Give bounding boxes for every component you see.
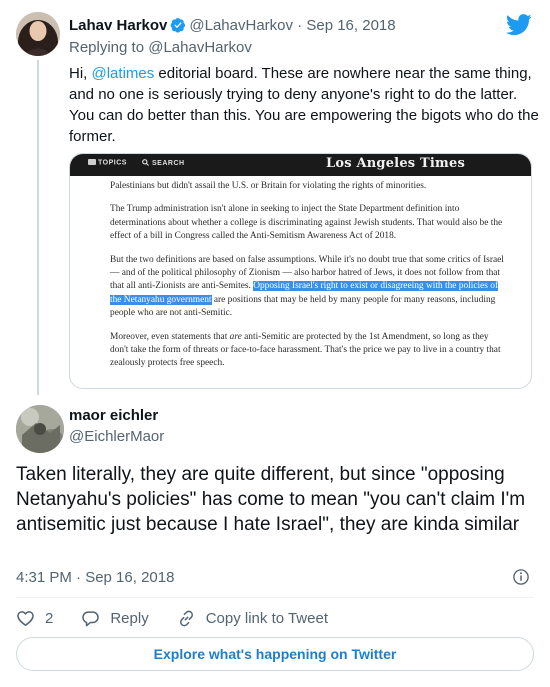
search-icon <box>142 159 149 166</box>
masthead: Los Angeles Times <box>326 156 465 171</box>
author-name[interactable]: Lahav Harkov <box>69 17 167 34</box>
tweet-header: Lahav Harkov @LahavHarkov · Sep 16, 2018 <box>69 16 396 36</box>
author-handle[interactable]: @LahavHarkov <box>189 17 293 34</box>
article-paragraph: Palestinians but didn't assail the U.S. … <box>110 181 427 191</box>
tweet-date[interactable]: Sep 16, 2018 <box>306 17 395 34</box>
thread-connector-line <box>37 60 39 395</box>
lat-nav-bar: TOPICS SEARCH Los Angeles Times <box>70 154 531 176</box>
reply-button[interactable]: Reply <box>81 609 149 628</box>
verified-badge-icon <box>170 18 186 33</box>
article-paragraph: Moreover, even statements that are anti-… <box>110 331 505 371</box>
divider <box>16 597 534 598</box>
heart-icon <box>17 610 34 626</box>
explore-twitter-button[interactable]: Explore what's happening on Twitter <box>16 637 534 671</box>
dot-separator: · <box>297 17 303 34</box>
info-icon[interactable] <box>512 568 530 586</box>
reply-icon <box>82 610 100 626</box>
replying-to-prefix: Replying to <box>69 39 149 56</box>
attached-image[interactable]: TOPICS SEARCH Los Angeles Times Palestin… <box>69 153 532 389</box>
reply-label: Reply <box>110 609 149 627</box>
author-name[interactable]: maor eichler <box>69 407 158 424</box>
article-paragraph: The Trump administration isn't alone in … <box>110 204 503 242</box>
tweet-text-part: Hi, <box>69 65 92 82</box>
tweet-text: Hi, @latimes editorial board. These are … <box>69 63 539 147</box>
replying-to: Replying to @LahavHarkov <box>69 38 252 58</box>
tweet-text: Taken literally, they are quite differen… <box>16 464 526 535</box>
like-count: 2 <box>45 609 54 627</box>
nav-topics-label: TOPICS <box>98 159 127 167</box>
nav-topics: TOPICS <box>88 159 127 167</box>
copy-link-button[interactable]: Copy link to Tweet <box>177 609 328 628</box>
article-emphasis: are <box>229 331 242 342</box>
mention-link[interactable]: @latimes <box>92 65 155 82</box>
nav-search-label: SEARCH <box>152 160 185 167</box>
avatar[interactable] <box>16 12 60 56</box>
link-icon <box>179 610 193 626</box>
nav-search: SEARCH <box>142 159 185 167</box>
focused-reply-tweet[interactable]: maor eichler @EichlerMaor Taken literall… <box>0 400 550 687</box>
author-handle[interactable]: @EichlerMaor <box>69 428 164 445</box>
action-bar: 2 Reply Copy link to Tweet <box>16 607 356 629</box>
parent-tweet[interactable]: Lahav Harkov @LahavHarkov · Sep 16, 2018 … <box>0 0 550 400</box>
article-text: Palestinians but didn't assail the U.S. … <box>110 180 505 381</box>
tweet-timestamp[interactable]: 4:31 PM · Sep 16, 2018 <box>16 569 174 586</box>
replying-to-handle[interactable]: @LahavHarkov <box>148 39 252 56</box>
article-paragraph: But the two definitions are based on fal… <box>110 254 505 321</box>
menu-icon <box>88 159 96 165</box>
copy-link-label: Copy link to Tweet <box>205 609 328 627</box>
article-text-part: Moreover, even statements that <box>110 331 230 342</box>
like-button[interactable]: 2 <box>16 609 53 628</box>
avatar[interactable] <box>16 405 64 453</box>
